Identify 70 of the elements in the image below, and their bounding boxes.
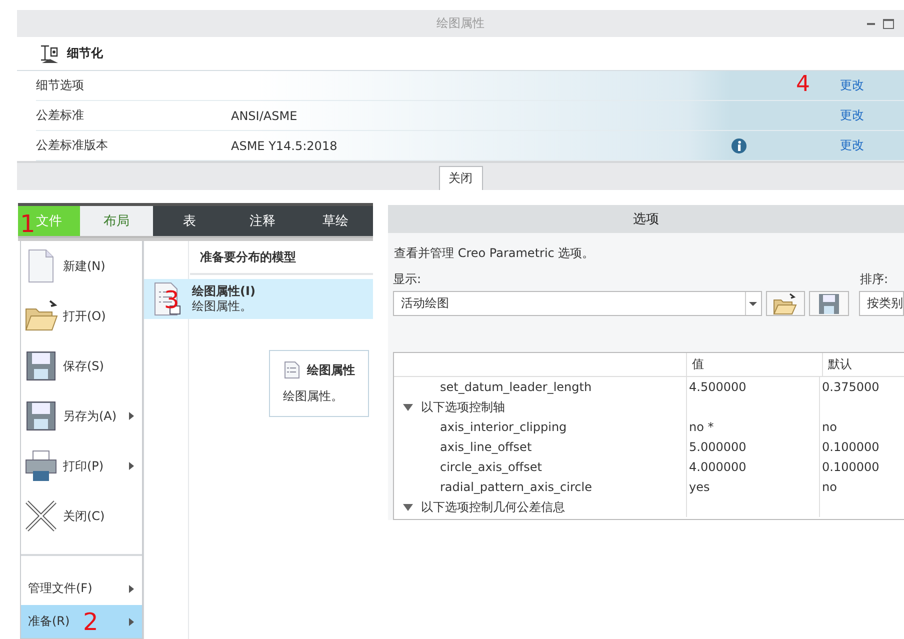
property-value: ANSI/ASME: [231, 108, 298, 122]
dialog-description: 查看并管理 Creo Parametric 选项。: [393, 245, 596, 262]
menu-item[interactable]: 打印(P): [21, 441, 142, 491]
section-title: 细节化: [67, 45, 103, 62]
option-value: 4.000000: [689, 460, 746, 474]
property-label: 公差标准: [36, 107, 85, 124]
menu-item[interactable]: 准备(R) 2: [21, 605, 142, 638]
option-name: set_datum_leader_length: [440, 380, 592, 394]
column-header: 默认: [822, 353, 904, 376]
info-icon[interactable]: [731, 138, 747, 154]
save-icon: [818, 292, 840, 314]
option-value: no *: [689, 420, 714, 434]
option-value: 4.500000: [689, 380, 746, 394]
ribbon-tab[interactable]: 表: [153, 206, 226, 236]
folder-icon: [773, 292, 798, 314]
change-link[interactable]: 更改: [840, 137, 864, 154]
option-name: axis_interior_clipping: [440, 420, 567, 434]
submenu-arrow-icon: [129, 462, 134, 470]
submenu-arrow-icon: [129, 412, 134, 420]
menu-item[interactable]: 管理文件(F): [21, 572, 142, 605]
default-value: 0.375000: [822, 380, 880, 394]
property-label: 细节选项: [36, 77, 85, 94]
submenu-heading: 准备要分布的模型: [200, 248, 296, 266]
field-label: 显示:: [393, 271, 422, 288]
dialog-title: 选项: [633, 211, 659, 228]
menu-item[interactable]: 保存(S): [21, 341, 142, 391]
column-header: 值: [686, 353, 822, 376]
submenu-arrow-icon: [129, 584, 134, 592]
expand-triangle-icon[interactable]: [403, 504, 413, 510]
print-icon: [24, 449, 58, 483]
property-value: ASME Y14.5:2018: [231, 138, 338, 152]
caret-icon: [749, 302, 758, 306]
field-label: 排序:: [860, 271, 890, 288]
save-icon: [24, 349, 58, 383]
group-name: 以下选项控制轴: [421, 398, 505, 416]
save-button[interactable]: [809, 291, 850, 316]
folder-icon: [24, 299, 58, 333]
menu-item[interactable]: 打开(O): [21, 291, 142, 341]
menu-item[interactable]: 另存为(A): [21, 391, 142, 441]
option-name: axis_line_offset: [440, 440, 532, 454]
open-button[interactable]: [766, 291, 806, 316]
option-name: circle_axis_offset: [440, 460, 542, 474]
menu-item[interactable]: 新建(N): [21, 241, 142, 291]
option-value: yes: [689, 480, 710, 494]
submenu-arrow-icon: [129, 618, 134, 626]
property-label: 公差标准版本: [36, 137, 109, 154]
save-as-icon: [24, 399, 58, 433]
close-button[interactable]: 关闭: [438, 166, 482, 190]
close-icon: [24, 499, 58, 533]
default-value: 0.100000: [822, 440, 880, 454]
tooltip: 绘图属性 绘图属性。: [269, 350, 369, 417]
annotation-number: 4: [796, 73, 810, 97]
group-name: 以下选项控制几何公差信息: [421, 498, 565, 516]
display-dropdown[interactable]: 活动绘图: [393, 291, 762, 316]
ribbon-tab[interactable]: 注释: [226, 206, 299, 236]
expand-triangle-icon[interactable]: [403, 404, 413, 410]
option-value: 5.000000: [689, 440, 746, 454]
default-value: 0.100000: [822, 460, 880, 474]
maximize-icon[interactable]: [883, 19, 894, 29]
sort-dropdown[interactable]: 按类别: [859, 291, 904, 316]
change-link[interactable]: 更改: [840, 107, 864, 124]
dialog-title: 绘图属性: [436, 15, 484, 32]
change-link[interactable]: 更改: [840, 77, 864, 94]
properties-document-icon: [283, 361, 301, 379]
default-value: no: [822, 480, 837, 494]
option-name: radial_pattern_axis_circle: [440, 480, 592, 494]
menu-item[interactable]: 关闭(C): [21, 491, 142, 541]
ribbon-tab[interactable]: 布局: [80, 206, 153, 236]
ribbon-tab[interactable]: 草绘: [299, 206, 372, 236]
default-value: no: [822, 420, 837, 434]
